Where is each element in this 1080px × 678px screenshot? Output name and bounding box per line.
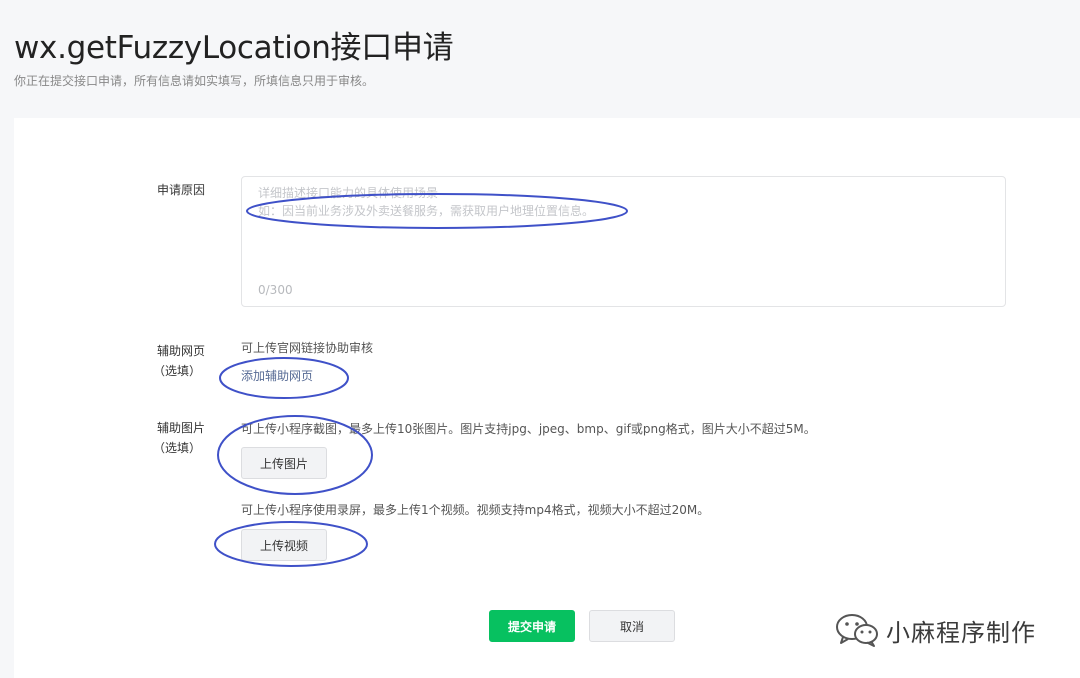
- page-subtitle: 你正在提交接口申请，所有信息请如实填写，所填信息只用于审核。: [14, 74, 375, 88]
- reason-char-counter: 0/300: [258, 283, 293, 297]
- webpage-hint: 可上传官网链接协助审核: [241, 341, 374, 355]
- watermark: 小麻程序制作: [834, 610, 1036, 650]
- reason-placeholder-line2: 如：因当前业务涉及外卖送餐服务，需获取用户地理位置信息。: [258, 204, 595, 218]
- images-label: 辅助图片: [157, 421, 206, 435]
- cancel-button[interactable]: 取消: [589, 610, 675, 642]
- submit-button[interactable]: 提交申请: [489, 610, 575, 642]
- upload-image-button[interactable]: 上传图片: [241, 447, 327, 479]
- images-optional-label: （选填）: [153, 441, 202, 455]
- images-hint: 可上传小程序截图，最多上传10张图片。图片支持jpg、jpeg、bmp、gif或…: [241, 422, 816, 436]
- reason-label: 申请原因: [157, 183, 206, 197]
- reason-textarea[interactable]: 详细描述接口能力的具体使用场景 如：因当前业务涉及外卖送餐服务，需获取用户地理位…: [241, 176, 1006, 307]
- wechat-icon: [836, 614, 878, 647]
- watermark-text: 小麻程序制作: [886, 618, 1036, 647]
- webpage-optional-label: （选填）: [153, 364, 202, 378]
- page-title: wx.getFuzzyLocation接口申请: [14, 30, 454, 66]
- add-webpage-link[interactable]: 添加辅助网页: [241, 367, 313, 385]
- video-hint: 可上传小程序使用录屏，最多上传1个视频。视频支持mp4格式，视频大小不超过20M…: [241, 503, 710, 517]
- webpage-label: 辅助网页: [157, 344, 206, 358]
- upload-video-button[interactable]: 上传视频: [241, 529, 327, 561]
- reason-placeholder-line1: 详细描述接口能力的具体使用场景: [258, 186, 439, 200]
